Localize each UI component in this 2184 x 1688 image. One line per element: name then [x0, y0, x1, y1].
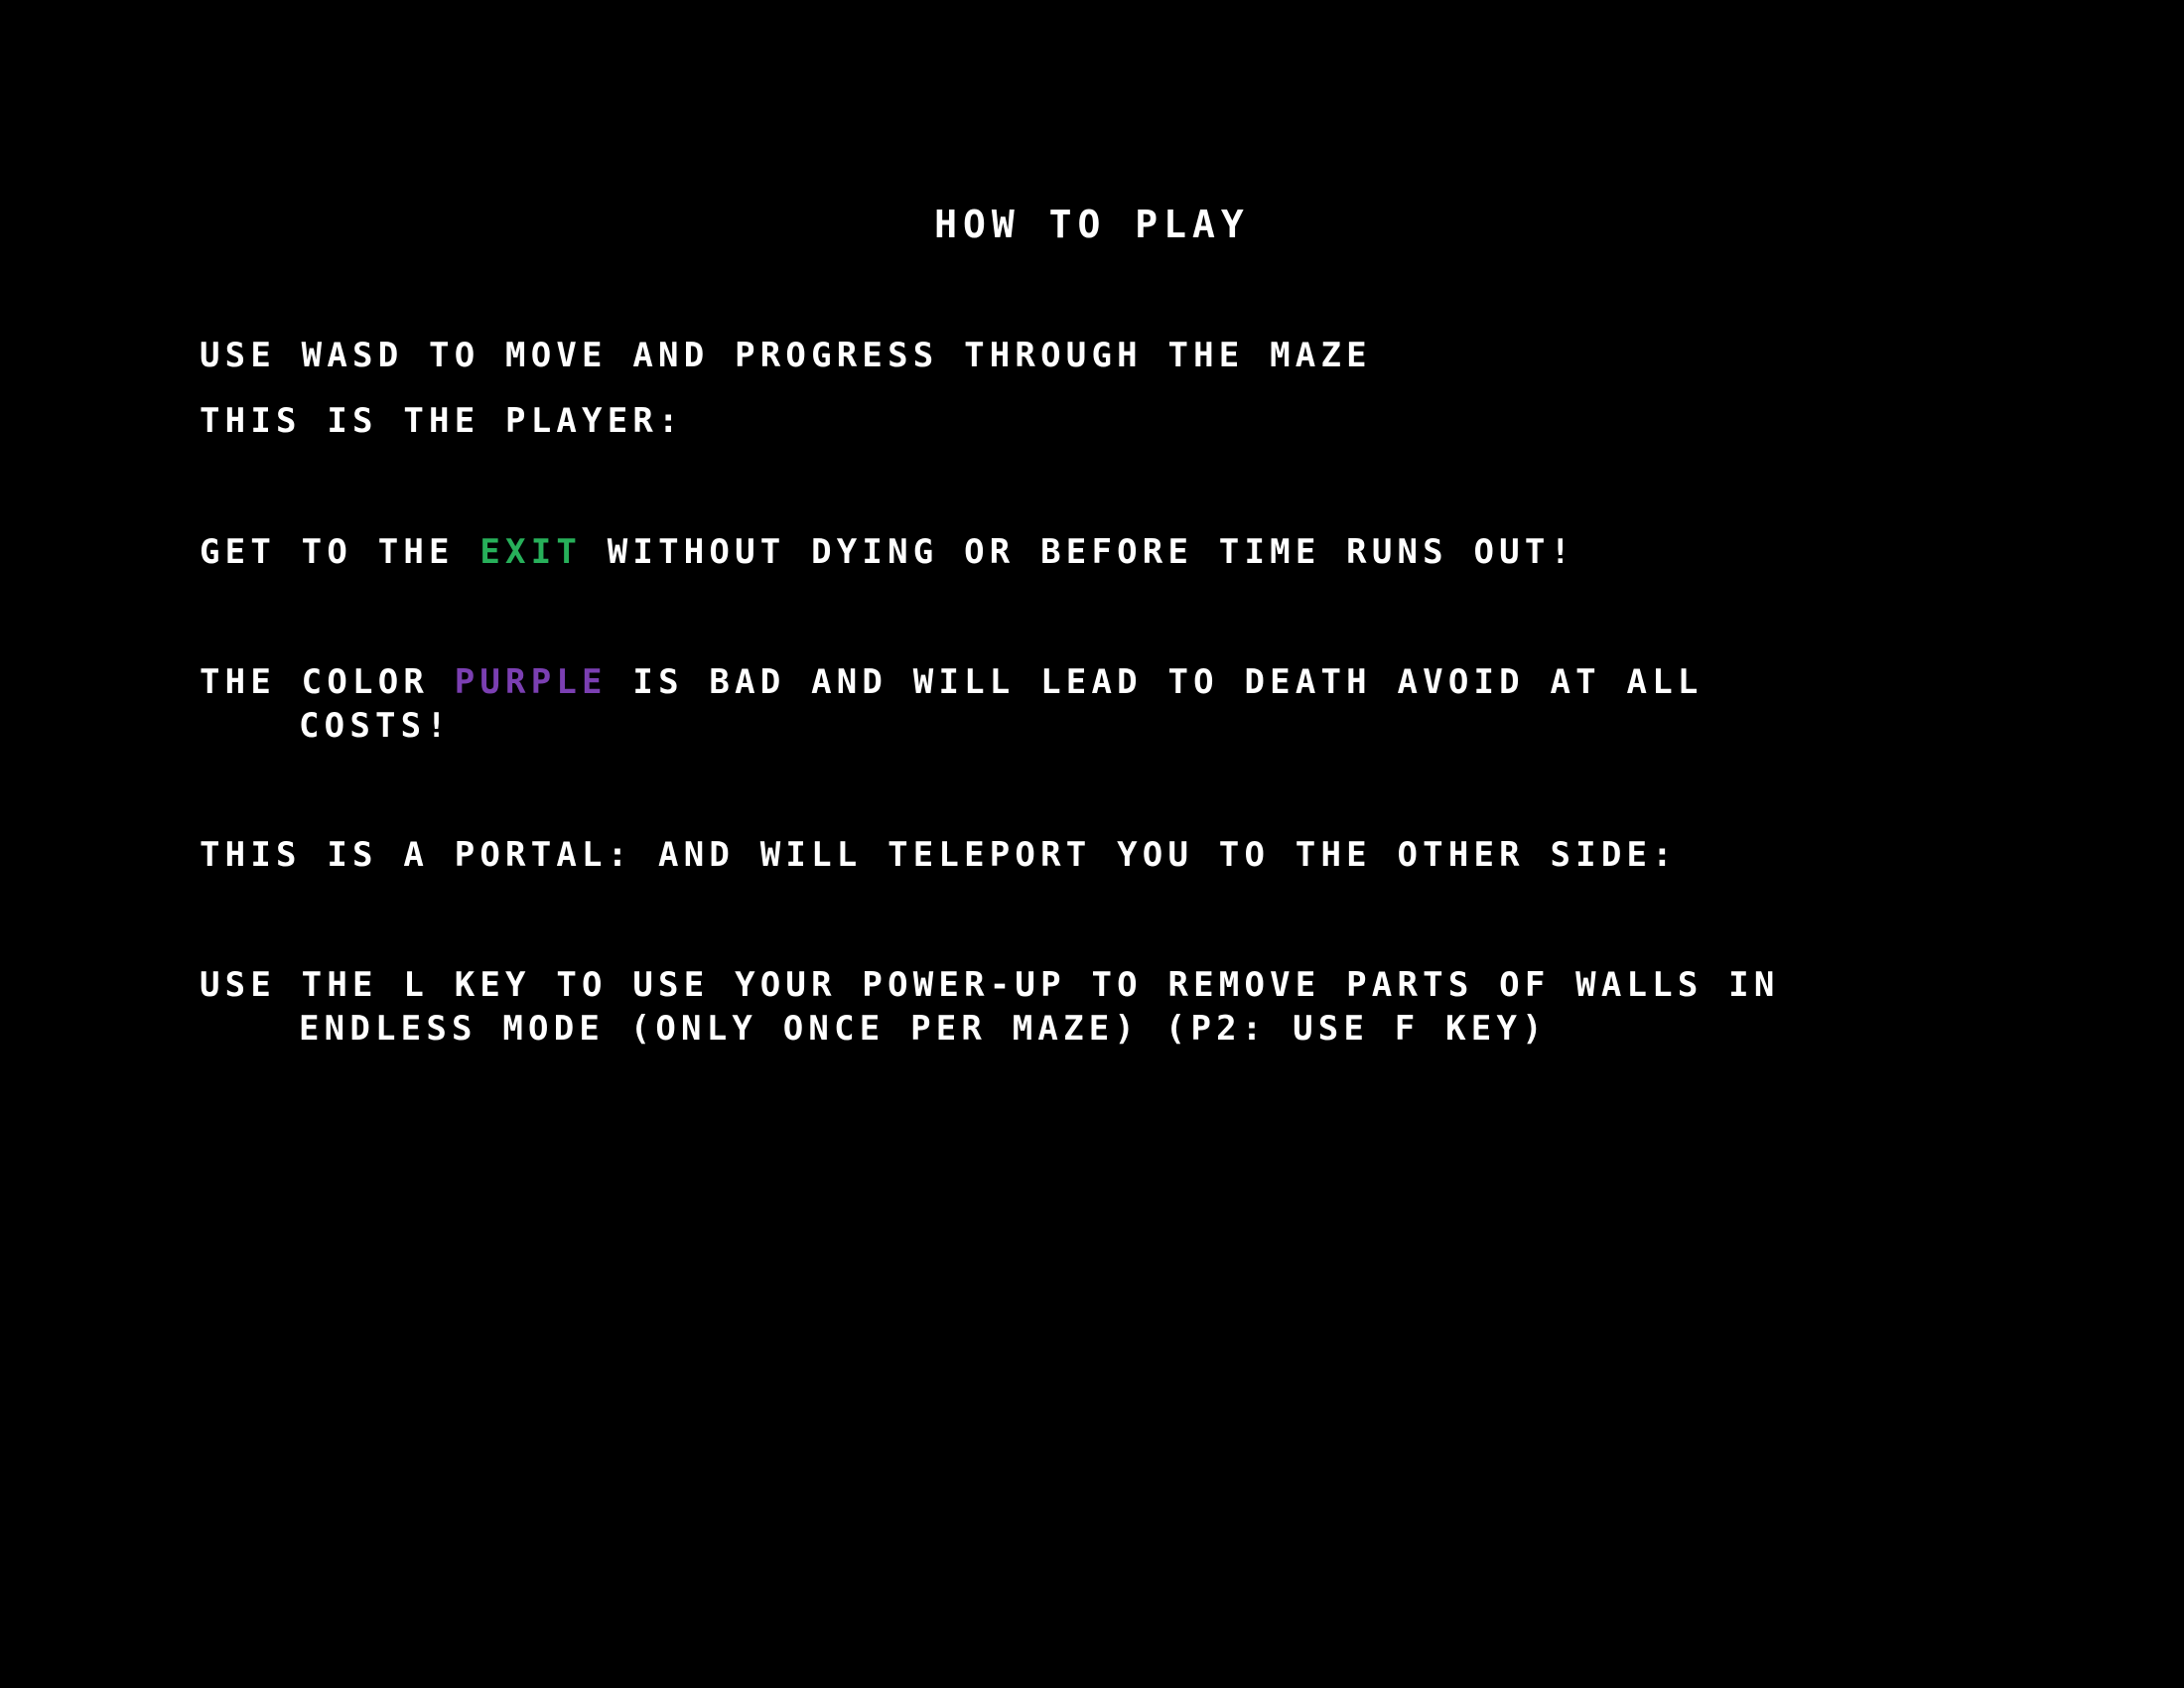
instruction-exit-text-before: GET TO THE [200, 532, 480, 572]
page-title: HOW TO PLAY [934, 203, 1250, 246]
instruction-purple: THE COLOR PURPLE IS BAD AND WILL LEAD TO… [200, 660, 2145, 748]
instruction-portal: THIS IS A PORTAL: AND WILL TELEPORT YOU … [200, 833, 2145, 877]
instruction-purple-continuation: COSTS! [299, 706, 453, 746]
instruction-player-text: THIS IS THE PLAYER: [200, 401, 684, 441]
how-to-play-screen: HOW TO PLAY USE WASD TO MOVE AND PROGRES… [0, 0, 2184, 1688]
instruction-player: THIS IS THE PLAYER: [200, 399, 2145, 443]
instruction-powerup-text: USE THE L KEY TO USE YOUR POWER-UP TO RE… [200, 965, 1780, 1005]
instruction-exit: GET TO THE EXIT WITHOUT DYING OR BEFORE … [200, 530, 2145, 574]
instruction-movement: USE WASD TO MOVE AND PROGRESS THROUGH TH… [200, 334, 2145, 377]
exit-highlight: EXIT [479, 532, 583, 572]
instruction-exit-text-after: WITHOUT DYING OR BEFORE TIME RUNS OUT! [582, 532, 1576, 572]
instruction-powerup-continuation: ENDLESS MODE (ONLY ONCE PER MAZE) (P2: U… [299, 1009, 1548, 1049]
purple-highlight: PURPLE [454, 662, 608, 702]
instruction-purple-text-before: THE COLOR [200, 662, 455, 702]
instruction-powerup: USE THE L KEY TO USE YOUR POWER-UP TO RE… [200, 963, 2145, 1051]
instruction-movement-text: USE WASD TO MOVE AND PROGRESS THROUGH TH… [200, 336, 1372, 375]
instruction-purple-text-after: IS BAD AND WILL LEAD TO DEATH AVOID AT A… [607, 662, 1704, 702]
instruction-portal-text: THIS IS A PORTAL: AND WILL TELEPORT YOU … [200, 835, 1678, 875]
